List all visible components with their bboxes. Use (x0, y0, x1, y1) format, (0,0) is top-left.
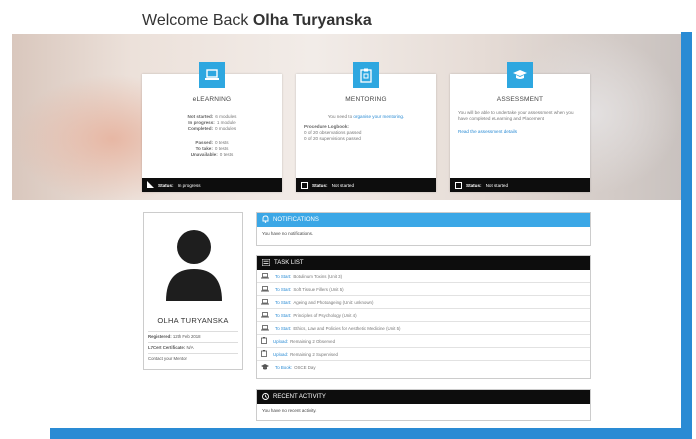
test-value: 0 tests (219, 152, 234, 157)
assessment-body: You will be able to undertake your asses… (458, 110, 582, 135)
laptop-icon (261, 324, 269, 332)
registered-row: Registered: 12th Feb 2018 (148, 331, 238, 339)
graduation-cap-icon (507, 62, 533, 88)
task-text: Botulinum Toxins (Unit 3) (293, 273, 343, 279)
task-list-title: TASK LIST (274, 260, 304, 266)
status-label: Status: (466, 182, 482, 188)
avatar (164, 223, 224, 303)
task-list-items: To Start: Botulinum Toxins (Unit 3) To St… (257, 270, 590, 374)
test-label: Unavailable: (190, 152, 218, 157)
mentoring-status-bar: Status: Not started (296, 178, 436, 192)
registered-value: 12th Feb 2018 (172, 334, 201, 339)
assessment-title: ASSESSMENT (496, 96, 544, 103)
task-action-link[interactable]: To Start: (275, 287, 291, 292)
recent-activity-empty: You have no recent activity. (262, 408, 317, 413)
mentoring-card[interactable]: MENTORING You need to organise your ment… (296, 62, 436, 192)
notifications-title: NOTIFICATIONS (273, 217, 319, 223)
mentoring-intro: You need to (327, 114, 353, 119)
task-text: Remaining 2 Supervised (290, 351, 338, 357)
task-text: Remaining 2 Observed (290, 338, 336, 344)
task-text: OSCE Day (294, 365, 316, 370)
registered-label: Registered: (148, 334, 172, 339)
profile-card: OLHA TURYANSKA Registered: 12th Feb 2018… (143, 212, 243, 370)
recent-activity-panel: RECENT ACTIVITY You have no recent activ… (256, 389, 591, 421)
stat-value: 0 modules (215, 126, 237, 131)
task-item[interactable]: Upload: Remaining 2 Observed (257, 335, 590, 348)
laptop-icon (261, 272, 269, 280)
list-icon (261, 258, 271, 268)
task-list-panel: TASK LIST To Start: Botulinum Toxins (Uni… (256, 255, 591, 379)
laptop-icon (199, 62, 225, 88)
elearning-card[interactable]: eLEARNING Not started: 6 modules In progr… (142, 62, 282, 192)
mentoring-body: You need to organise your mentoring. Pro… (304, 114, 428, 142)
task-item[interactable]: To Start: Ageing and Photoageing (Unit: u… (257, 296, 590, 309)
task-item[interactable]: Upload: Remaining 2 Supervised (257, 348, 590, 361)
task-item[interactable]: To Book: OSCE Day (257, 361, 590, 374)
task-text: Principles of Psychology (Unit 4) (293, 312, 357, 318)
task-action-link[interactable]: To Start: (275, 300, 291, 305)
task-action-link[interactable]: To Book: (275, 365, 292, 370)
assessment-card[interactable]: ASSESSMENT You will be able to undertake… (450, 62, 590, 192)
task-item[interactable]: To Start: Ethics, Law and Policies for Ae… (257, 322, 590, 335)
laptop-icon (261, 311, 269, 319)
task-text: Ageing and Photoageing (Unit: unknown) (293, 299, 374, 305)
elearning-title: eLEARNING (192, 96, 232, 103)
logbook-supervisions: 0 of 20 supervisions passed (304, 136, 361, 141)
elearning-body: Not started: 6 modules In progress: 1 modu… (150, 114, 274, 158)
task-action-link[interactable]: Upload: (273, 339, 288, 344)
task-action-link[interactable]: To Start: (275, 326, 291, 331)
status-value: In progress (177, 182, 201, 188)
welcome-heading: Welcome Back Olha Turyanska (142, 12, 372, 30)
certificate-label: L7Cert Certificate: (148, 345, 186, 350)
certificate-row: L7Cert Certificate: N/A (148, 342, 238, 350)
task-text: Ethics, Law and Policies for Aesthetic M… (293, 325, 401, 331)
stat-label: Completed: (187, 126, 214, 131)
status-checkbox-icon (301, 181, 308, 189)
welcome-prefix: Welcome Back (142, 12, 249, 29)
task-text: Soft Tissue Fillers (Unit 5) (293, 286, 344, 292)
task-item[interactable]: To Start: Botulinum Toxins (Unit 3) (257, 270, 590, 283)
contact-mentor-link[interactable]: Contact your Mentor (148, 353, 238, 361)
task-action-link[interactable]: To Start: (275, 274, 291, 279)
profile-name: OLHA TURYANSKA (157, 316, 229, 325)
organise-mentoring-link[interactable]: organise your mentoring. (353, 114, 404, 119)
assessment-text: You will be able to undertake your asses… (458, 110, 574, 121)
elearning-status-bar: Status: In progress (142, 178, 282, 192)
status-value: Not started (485, 182, 509, 188)
progress-flag-icon (147, 181, 154, 189)
laptop-icon (261, 298, 269, 306)
recent-activity-title: RECENT ACTIVITY (273, 394, 326, 400)
notifications-header: NOTIFICATIONS (257, 213, 590, 227)
status-value: Not started (331, 182, 355, 188)
status-checkbox-icon (455, 181, 462, 189)
task-item[interactable]: To Start: Principles of Psychology (Unit … (257, 309, 590, 322)
status-label: Status: (158, 182, 174, 188)
notifications-empty: You have no notifications. (262, 231, 314, 236)
screenshot-stage: Welcome Back Olha Turyanska eLEARNING No… (0, 0, 696, 439)
task-action-link[interactable]: To Start: (275, 313, 291, 318)
clipboard-icon (261, 337, 267, 345)
graduation-cap-icon (261, 364, 269, 371)
assessment-status-bar: Status: Not started (450, 178, 590, 192)
status-label: Status: (312, 182, 328, 188)
notifications-panel: NOTIFICATIONS You have no notifications. (256, 212, 591, 246)
clock-icon (262, 392, 269, 402)
task-action-link[interactable]: Upload: (273, 352, 288, 357)
certificate-value: N/A (186, 345, 194, 350)
recent-activity-header: RECENT ACTIVITY (257, 390, 590, 404)
task-list-header: TASK LIST (257, 256, 590, 270)
user-silhouette-icon (166, 230, 222, 301)
mentoring-title: MENTORING (345, 96, 387, 103)
task-item[interactable]: To Start: Soft Tissue Fillers (Unit 5) (257, 283, 590, 296)
clipboard-icon (353, 62, 379, 88)
welcome-user-name: Olha Turyanska (252, 12, 372, 29)
assessment-details-link[interactable]: Read the assessment details (458, 129, 582, 135)
clipboard-icon (261, 350, 267, 358)
bell-icon (262, 215, 269, 225)
laptop-icon (261, 285, 269, 293)
